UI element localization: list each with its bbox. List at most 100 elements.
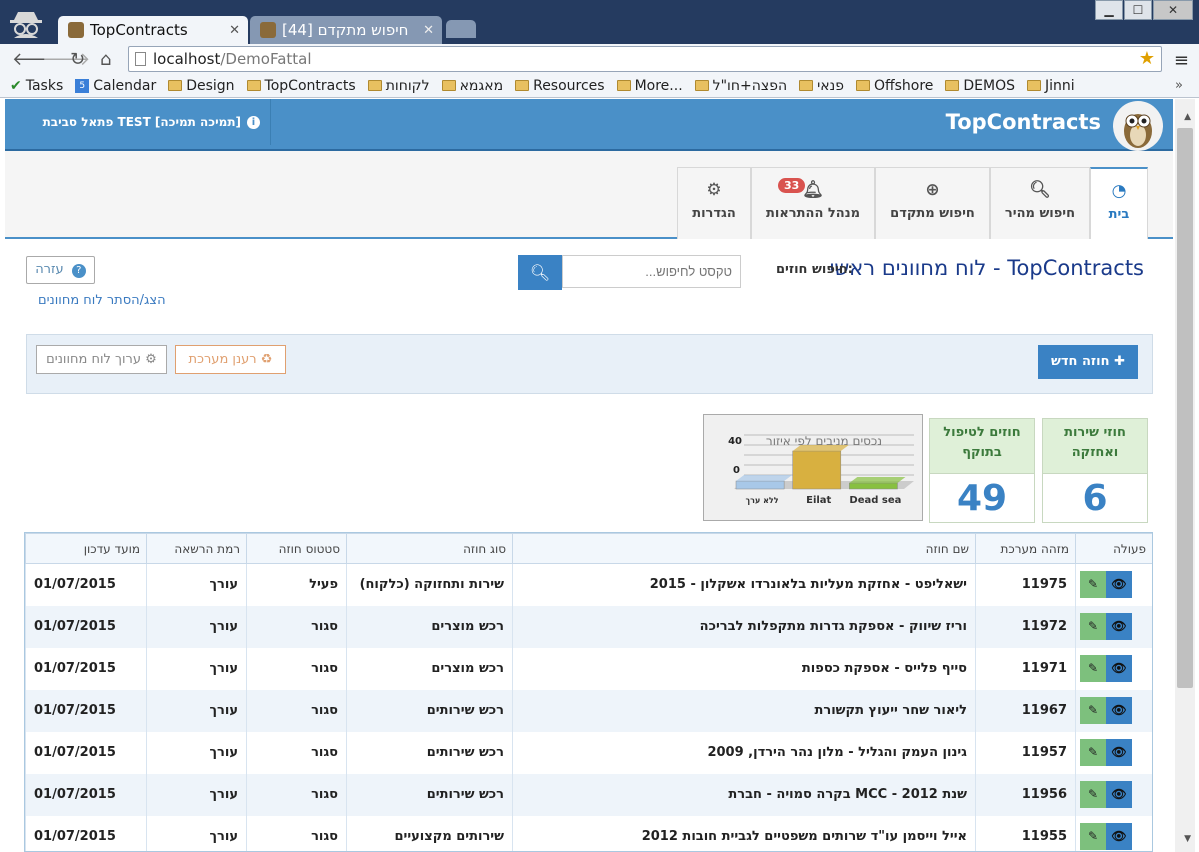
help-label: עזרה [35,262,64,277]
column-header[interactable]: פעולה [1075,533,1152,564]
chart-bar-top [849,477,906,483]
contract-name-cell[interactable]: בקרה סמויה - חברת MCC - שנת 2012 [512,773,976,816]
bookmark-folder[interactable]: הפצה+חו"ל [694,78,787,94]
search-button[interactable]: 🔍︎ [518,255,562,290]
edit-icon[interactable]: ✎ [1080,697,1106,724]
eye-icon[interactable]: 👁︎ [1106,571,1132,599]
owl-logo-icon[interactable] [1113,101,1163,151]
eye-icon[interactable]: 👁︎ [1106,697,1132,724]
info-icon: i [247,115,260,129]
tab-close-icon[interactable]: ✕ [423,23,434,38]
bookmark-folder[interactable]: מאגמא [441,78,503,94]
edit-icon[interactable]: ✎ [1080,571,1106,599]
chart-bar[interactable] [735,480,785,490]
scroll-up-icon[interactable]: ▲ [1184,112,1191,122]
bookmark-folder[interactable]: TopContracts [246,78,356,94]
table-row[interactable]: 01/07/2015 עורך סגור רכש מוצרים וריז שיווק -… [25,605,1152,648]
edit-icon[interactable]: ✎ [1080,781,1106,808]
chart-category-label: Dead sea [849,495,901,506]
table-row[interactable]: 01/07/2015 עורך סגור שירותים מקצועיים אייל ו… [25,815,1152,851]
contract-name-cell[interactable]: ישאליפט - אחזקת מעליות בלאונרדו אשקלון -… [512,563,976,606]
column-header[interactable]: רמת הרשאה [146,533,247,564]
bookmark-folder[interactable]: Resources [515,78,605,94]
eye-icon[interactable]: 👁︎ [1106,613,1132,640]
home-icon[interactable]: ⌂ [100,49,111,70]
tab-advanced-search[interactable]: ⊕ חיפוש מתקדם [875,167,990,239]
column-header[interactable]: סוג חוזה [346,533,513,564]
edit-icon[interactable]: ✎ [1080,823,1106,850]
app-logo-text[interactable]: TopContracts [946,110,1101,134]
folder-icon [1027,80,1042,91]
bookmark-star-icon[interactable]: ★ [1139,47,1155,71]
search-input[interactable] [562,255,741,288]
bookmark-folder[interactable]: פנאי [799,78,844,94]
contract-type-cell: רכש שירותים [346,773,513,816]
bookmark-folder[interactable]: Design [168,78,235,94]
table-row[interactable]: 01/07/2015 עורך סגור רכש שירותים בקרה סמויה … [25,773,1152,816]
bookmark-tasks[interactable]: ✔ Tasks [10,78,63,94]
bookmark-folder[interactable]: Jinni [1027,78,1075,94]
bookmark-calendar[interactable]: 5 Calendar [75,78,156,94]
eye-icon[interactable]: 👁︎ [1106,655,1132,682]
tab-title: [44] חיפוש מתקדם [282,21,409,39]
bookmark-folder[interactable]: DEMOS [945,78,1015,94]
contract-name-cell[interactable]: אייל וייסמן עו"ד שרותים משפטיים לגביית ח… [512,815,976,851]
contract-name-cell[interactable]: וריז שיווק - אספקת גדרות מתקפלות לבריכה [512,605,976,648]
permission-cell: עורך [146,731,247,774]
tab-close-icon[interactable]: ✕ [229,23,240,38]
page-scrollbar-thumb[interactable] [1177,128,1193,688]
bookmark-folder[interactable]: Offshore [855,78,933,94]
table-row[interactable]: 01/07/2015 עורך סגור רכש שירותים ליאור שחר י… [25,689,1152,732]
edit-dashboard-button[interactable]: ערוך לוח מחוונים ⚙ [36,345,167,374]
stat-service-contracts[interactable]: חוזי שירות ואחזקה 6 [1042,418,1148,523]
gear-icon: ⚙ [706,180,722,200]
tab-settings[interactable]: ⚙ הגדרות [677,167,751,239]
edit-icon[interactable]: ✎ [1080,739,1106,766]
eye-icon[interactable]: 👁︎ [1106,781,1132,808]
contract-name-cell[interactable]: גינון העמק והגליל - מלון נהר הירדן, 2009 [512,731,976,774]
contract-name-cell[interactable]: ליאור שחר ייעוץ תקשורת [512,689,976,732]
help-button[interactable]: עזרה ? [26,256,95,284]
chart-bar[interactable] [792,450,842,490]
eye-icon[interactable]: 👁︎ [1106,739,1132,766]
column-header[interactable]: שם חוזה [512,533,976,564]
chart-bar[interactable] [849,482,898,490]
new-tab-button[interactable] [446,20,476,38]
close-window-button[interactable]: ✕ [1153,0,1193,20]
refresh-system-button[interactable]: רענן מערכת ♻ [175,345,286,374]
edit-icon[interactable]: ✎ [1080,613,1106,640]
row-actions: ✎ 👁︎ [1075,605,1152,648]
tab-home[interactable]: ◔ בית [1090,167,1148,239]
column-header[interactable]: סטטוס חוזה [246,533,347,564]
edit-icon[interactable]: ✎ [1080,655,1106,682]
bookmark-folder[interactable]: More... [616,78,683,94]
new-contract-button[interactable]: חוזה חדש ✚ [1038,345,1138,379]
table-row[interactable]: 01/07/2015 עורך פעיל שירות ותחזוקה (כלקוח) י… [25,563,1152,606]
app-header: פתאל סביבת TEST [תמיכה תמיכה] i TopContr… [5,99,1173,151]
toggle-dashboard-link[interactable]: הצג/הסתר לוח מחוונים [38,293,166,308]
contract-name-cell[interactable]: סייף פלייס - אספקת כספות [512,647,976,690]
maximize-button[interactable]: ☐ [1124,0,1152,20]
stat-valid-contracts[interactable]: חוזים לטיפול בתוקף 49 [929,418,1035,523]
environment-info[interactable]: פתאל סביבת TEST [תמיכה תמיכה] i [15,99,271,145]
minimize-button[interactable]: ▁ [1095,0,1123,20]
browser-tab-active[interactable]: TopContracts ✕ [58,16,248,44]
status-cell: סגור [246,689,347,732]
eye-icon[interactable]: 👁︎ [1106,823,1132,850]
tab-quick-search[interactable]: 🔍︎ חיפוש מהיר [990,167,1090,239]
browser-tab[interactable]: [44] חיפוש מתקדם ✕ [250,16,442,44]
column-header[interactable]: מועד עדכון [25,533,147,564]
scroll-down-icon[interactable]: ▼ [1184,834,1191,844]
reload-icon[interactable]: ↻ [70,49,85,70]
table-row[interactable]: 01/07/2015 עורך סגור רכש מוצרים סייף פלייס -… [25,647,1152,690]
assets-by-region-chart[interactable]: נכסים מניבים לפי איזור 40 0 ללא ערך Eilat… [703,414,923,521]
bookmarks-overflow-icon[interactable]: » [1175,78,1183,93]
table-row[interactable]: 01/07/2015 עורך סגור רכש שירותים גינון העמק … [25,731,1152,774]
browser-menu-icon[interactable]: ≡ [1174,50,1189,71]
tab-alerts-manager[interactable]: 33 🔔︎ מנהל ההתראות [751,167,875,239]
column-header[interactable]: מזהה מערכת [975,533,1076,564]
bookmark-folder[interactable]: לקוחות [367,78,430,94]
status-cell: פעיל [246,563,347,606]
address-bar[interactable]: localhost/DemoFattal ★ [128,46,1162,72]
contract-type-cell: שירותים מקצועיים [346,815,513,851]
